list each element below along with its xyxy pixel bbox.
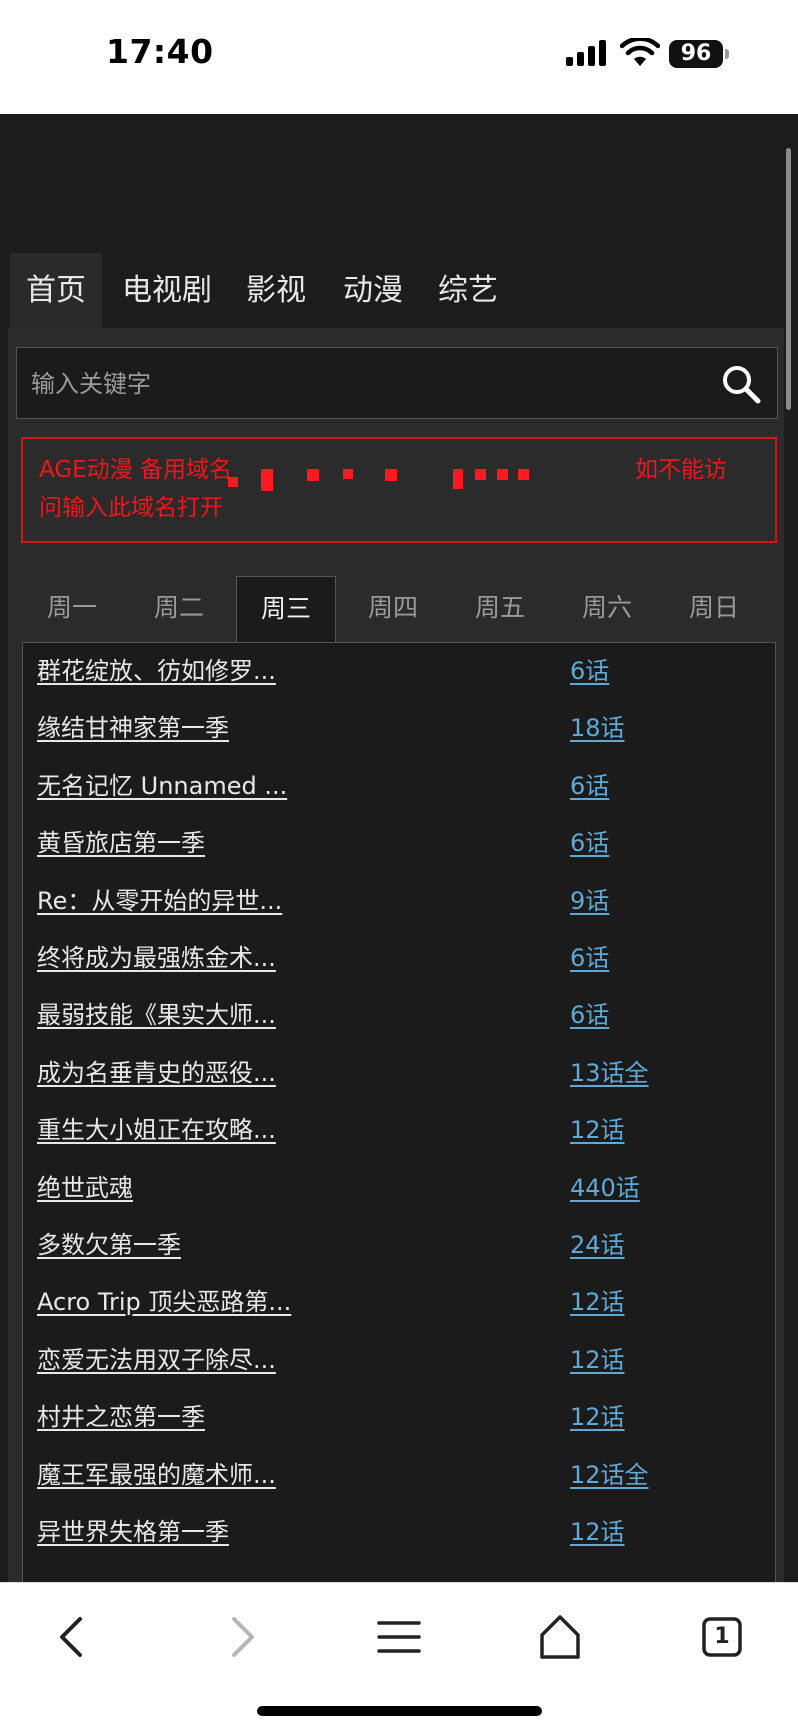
forward-icon[interactable] [212,1609,268,1665]
anime-title-link[interactable]: 恋爱无法用双子除尽... [37,1340,276,1375]
anime-title-link[interactable]: 最弱技能《果实大师... [37,995,276,1030]
schedule-row: 黄昏旅店第一季 6话 [23,815,775,872]
episode-link[interactable]: 18话 [570,708,625,743]
domain-notice: AGE动漫 备用域名 如不能访 问输入此域名打开 [21,437,777,543]
episode-link[interactable]: 12话 [570,1282,625,1317]
tab-count: 1 [714,1624,730,1649]
nav-item-tv[interactable]: 电视剧 [122,253,212,328]
home-indicator [257,1706,542,1716]
cellular-signal-icon [566,40,606,66]
tab-sunday[interactable]: 周日 [664,576,764,642]
menu-icon[interactable] [371,1609,427,1665]
episode-link[interactable]: 12话 [570,1397,625,1432]
search-icon[interactable] [721,364,761,404]
status-bar: 17:40 96 [0,0,798,114]
tab-monday[interactable]: 周一 [22,576,122,642]
nav-item-movies[interactable]: 影视 [246,253,306,328]
schedule-list: 群花绽放、彷如修罗... 6话 缘结甘神家第一季 18话 无名记忆 Unnamed ..… [22,642,776,1582]
anime-title-link[interactable]: Re：从零开始的异世... [37,881,282,916]
notice-suffix: 如不能访 [635,457,727,483]
web-content: 首页 电视剧 影视 动漫 综艺 AGE动漫 备用域名 如不能访 问输入此域名打开 [0,114,798,1582]
weekday-tabs: 周一 周二 周三 周四 周五 周六 周日 [22,576,776,642]
top-nav: 首页 电视剧 影视 动漫 综艺 [10,253,788,328]
schedule-row: 多数欠第一季 24话 [23,1217,775,1274]
search-box [16,347,778,420]
anime-title-link[interactable]: 魔王军最强的魔术师... [37,1455,276,1490]
anime-title-link[interactable]: 黄昏旅店第一季 [37,823,205,858]
schedule-row: 重生大小姐正在攻略... 12话 [23,1102,775,1159]
anime-title-link[interactable]: 群花绽放、彷如修罗... [37,651,276,686]
schedule-row: 无名记忆 Unnamed ... 6话 [23,758,775,815]
tab-friday[interactable]: 周五 [450,576,550,642]
schedule-row: 绝世武魂 440话 [23,1160,775,1217]
home-icon[interactable] [532,1609,588,1665]
anime-title-link[interactable]: 缘结甘神家第一季 [37,708,229,743]
episode-link[interactable]: 12话 [570,1110,625,1145]
tab-wednesday[interactable]: 周三 [236,576,336,642]
episode-link[interactable]: 24话 [570,1225,625,1260]
schedule-row: 群花绽放、彷如修罗... 6话 [23,643,775,700]
episode-link[interactable]: 6话 [570,938,609,973]
schedule-row: 村井之恋第一季 12话 [23,1389,775,1446]
schedule-row: 最弱技能《果实大师... 6话 [23,987,775,1044]
schedule-row: 缘结甘神家第一季 18话 [23,700,775,757]
tab-saturday[interactable]: 周六 [557,576,657,642]
nav-item-home[interactable]: 首页 [10,253,102,328]
wifi-icon [620,38,660,66]
schedule-row: Acro Trip 顶尖恶路第... 12话 [23,1274,775,1331]
episode-link[interactable]: 9话 [570,881,609,916]
schedule-row: 恋爱无法用双子除尽... 12话 [23,1332,775,1389]
anime-title-link[interactable]: 异世界失格第一季 [37,1512,229,1547]
anime-title-link[interactable]: 无名记忆 Unnamed ... [37,766,287,801]
back-icon[interactable] [46,1609,102,1665]
nav-item-variety[interactable]: 综艺 [438,253,498,328]
schedule-row: Re：从零开始的异世... 9话 [23,873,775,930]
anime-title-link[interactable]: 终将成为最强炼金术... [37,938,276,973]
status-time: 17:40 [106,32,214,71]
episode-link[interactable]: 6话 [570,995,609,1030]
anime-title-link[interactable]: Acro Trip 顶尖恶路第... [37,1282,291,1317]
notice-line-2: 问输入此域名打开 [39,495,223,521]
schedule-row: 终将成为最强炼金术... 6话 [23,930,775,987]
episode-link[interactable]: 6话 [570,651,609,686]
anime-title-link[interactable]: 绝世武魂 [37,1168,133,1203]
anime-title-link[interactable]: 多数欠第一季 [37,1225,181,1260]
search-input[interactable] [29,348,713,420]
schedule-row: 异世界失格第一季 12话 [23,1504,775,1561]
battery-icon: 96 [669,40,729,68]
anime-title-link[interactable]: 重生大小姐正在攻略... [37,1110,276,1145]
episode-link[interactable]: 6话 [570,766,609,801]
anime-title-link[interactable]: 成为名垂青史的恶役... [37,1053,276,1088]
nav-item-anime[interactable]: 动漫 [343,253,403,328]
tabs-button[interactable]: 1 [694,1609,750,1665]
episode-link[interactable]: 12话 [570,1512,625,1547]
episode-link[interactable]: 12话全 [570,1455,649,1490]
tab-thursday[interactable]: 周四 [343,576,443,642]
tab-tuesday[interactable]: 周二 [129,576,229,642]
episode-link[interactable]: 13话全 [570,1053,649,1088]
schedule-row: 魔王军最强的魔术师... 12话全 [23,1447,775,1504]
battery-level: 96 [669,40,723,68]
episode-link[interactable]: 6话 [570,823,609,858]
episode-link[interactable]: 440话 [570,1168,640,1203]
schedule-row: 成为名垂青史的恶役... 13话全 [23,1045,775,1102]
episode-link[interactable]: 12话 [570,1340,625,1375]
notice-prefix: AGE动漫 备用域名 [39,457,232,483]
anime-title-link[interactable]: 村井之恋第一季 [37,1397,205,1432]
